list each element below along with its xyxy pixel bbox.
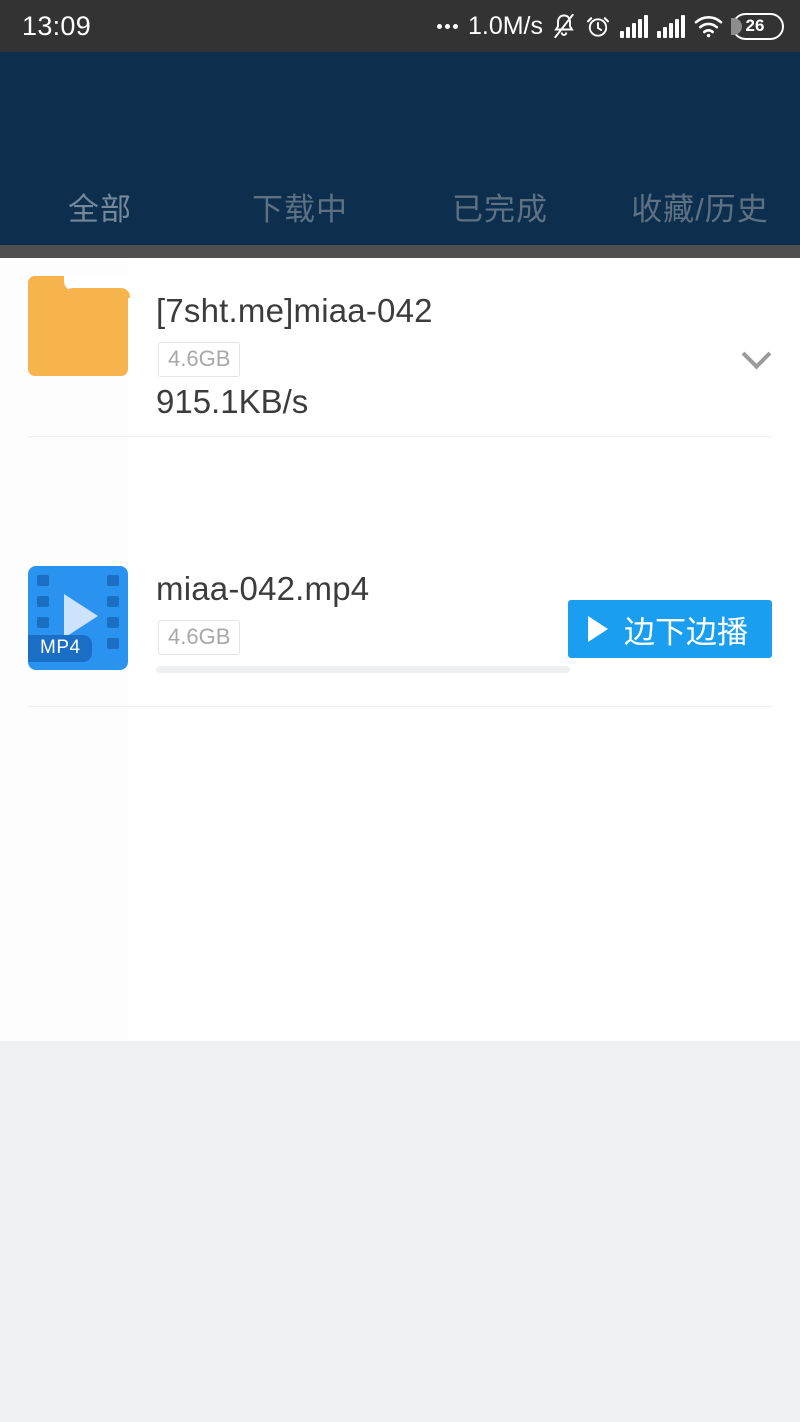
download-progress-bar xyxy=(156,666,570,673)
download-list: [7sht.me]miaa-042 4.6GB 915.1KB/s MP4 mi… xyxy=(0,258,800,1041)
more-dots-icon xyxy=(436,23,458,29)
tab-downloading[interactable]: 下载中 xyxy=(200,184,400,229)
app-header: 全部 下载中 已完成 收藏/历史 xyxy=(0,52,800,245)
network-speed-label: 1.0M/s xyxy=(467,11,543,40)
notification-muted-icon xyxy=(552,13,576,39)
file-title: miaa-042.mp4 xyxy=(156,570,370,607)
tab-completed[interactable]: 已完成 xyxy=(400,184,600,229)
tab-all[interactable]: 全部 xyxy=(0,184,200,229)
chevron-down-icon[interactable] xyxy=(742,342,772,372)
stream-while-downloading-button[interactable]: 边下边播 xyxy=(568,600,772,658)
phone-screen: 13:09 1.0M/s 26 全部 下载中 已完成 收藏/历史 [7sht.m… xyxy=(0,0,800,1422)
list-item[interactable]: [7sht.me]miaa-042 4.6GB 915.1KB/s xyxy=(0,258,800,436)
signal-bars-icon xyxy=(620,14,648,38)
mp4-video-icon: MP4 xyxy=(28,566,128,670)
task-title: [7sht.me]miaa-042 xyxy=(156,292,433,329)
mp4-format-label: MP4 xyxy=(28,635,92,662)
play-icon xyxy=(588,616,608,642)
signal-bars-icon xyxy=(657,14,685,38)
wifi-icon xyxy=(694,14,723,38)
list-divider xyxy=(28,436,772,437)
status-bar-clock: 13:09 xyxy=(22,10,92,41)
play-icon xyxy=(64,594,98,638)
folder-icon xyxy=(28,275,130,376)
tab-favorites-history[interactable]: 收藏/历史 xyxy=(600,184,800,229)
stream-button-label: 边下边播 xyxy=(624,614,748,650)
battery-percent-label: 26 xyxy=(745,16,765,35)
alarm-clock-icon xyxy=(585,13,611,39)
task-speed: 915.1KB/s xyxy=(156,383,309,420)
tab-bar: 全部 下载中 已完成 收藏/历史 xyxy=(0,167,800,245)
status-bar-icons: 1.0M/s 26 xyxy=(436,11,784,41)
list-item[interactable]: MP4 miaa-042.mp4 4.6GB 边下边播 xyxy=(0,548,800,703)
header-bottom-strip xyxy=(0,245,800,258)
battery-icon: 26 xyxy=(731,12,784,40)
status-bar: 13:09 1.0M/s 26 xyxy=(0,0,800,52)
file-size-badge: 4.6GB xyxy=(158,620,241,655)
list-divider xyxy=(28,706,772,707)
task-size-badge: 4.6GB xyxy=(158,342,241,377)
